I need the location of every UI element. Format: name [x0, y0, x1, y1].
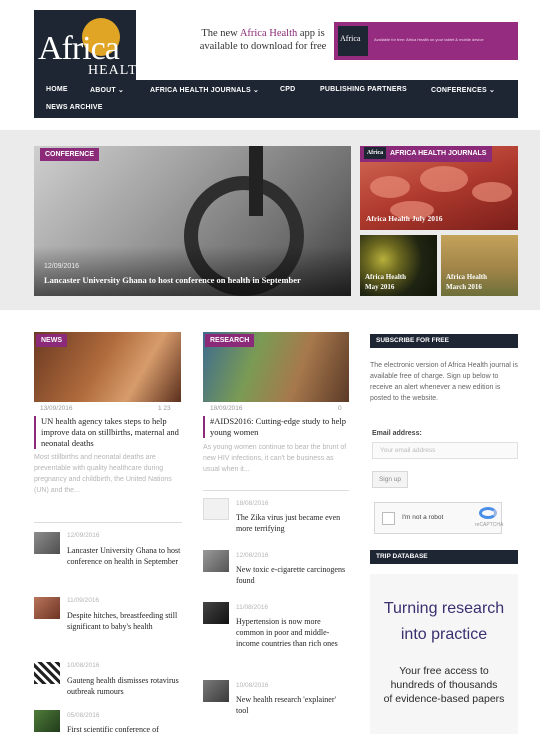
- logo-sub: HEALTH: [88, 63, 136, 78]
- recaptcha-label: I'm not a robot: [402, 514, 444, 521]
- research-item-title[interactable]: Hypertension is now more common in poor …: [236, 616, 349, 649]
- sign-up-button[interactable]: Sign up: [372, 471, 408, 488]
- research-thumb-2[interactable]: [203, 550, 229, 572]
- nav-about[interactable]: ABOUT ⌄: [90, 86, 124, 94]
- news-item-title[interactable]: First scientific conference of: [67, 724, 182, 734]
- stethoscope-tube: [249, 146, 263, 216]
- research-thumb-1[interactable]: [203, 498, 229, 520]
- email-label: Email address:: [372, 430, 422, 437]
- journal-march-card[interactable]: Africa Health March 2016: [441, 235, 518, 296]
- research-item-date: 12/08/2016: [236, 552, 269, 559]
- research-lead-title[interactable]: #AIDS2016: Cutting-edge study to help yo…: [203, 416, 349, 438]
- cell-shape: [370, 176, 410, 198]
- news-thumb-2[interactable]: [34, 597, 60, 619]
- recaptcha-widget: I'm not a robot reCAPTCHA: [374, 502, 504, 534]
- news-item-date: 11/09/2016: [67, 597, 100, 604]
- trip-headline-1: Turning research: [383, 600, 505, 617]
- divider: [34, 522, 182, 523]
- research-badge[interactable]: RESEARCH: [205, 334, 255, 347]
- news-item-date: 12/09/2016: [67, 532, 100, 539]
- app-download-banner[interactable]: Africa Available for free: Africa Health…: [334, 22, 518, 60]
- news-item-date: 05/08/2016: [67, 712, 100, 719]
- hero-feature-image[interactable]: [34, 146, 351, 296]
- subscribe-description: The electronic version of Africa Health …: [370, 362, 518, 402]
- research-lead-date: 18/09/2016: [210, 405, 243, 412]
- research-item-date: 18/08/2016: [236, 500, 269, 507]
- research-item-date: 11/08/2016: [236, 604, 269, 611]
- news-thumb-4[interactable]: [34, 710, 60, 732]
- africa-health-logo[interactable]: Africa HEALTH: [34, 10, 136, 80]
- trip-sub-2: hundreds of thousands: [390, 679, 498, 691]
- hero-shade: [34, 246, 351, 296]
- research-lead-count: 0: [338, 405, 342, 412]
- news-thumb-3[interactable]: [34, 662, 60, 684]
- trip-sub-3: of evidence-based papers: [383, 693, 505, 705]
- recaptcha-checkbox[interactable]: [382, 512, 395, 525]
- news-item-title[interactable]: Gauteng health dismisses rotavirus outbr…: [67, 675, 182, 697]
- journal-march-label: Africa Health March 2016: [446, 272, 487, 292]
- journal-may-line2: May 2016: [365, 283, 395, 291]
- news-item-title[interactable]: Lancaster University Ghana to host confe…: [67, 545, 182, 567]
- nav-journals[interactable]: AFRICA HEALTH JOURNALS ⌄: [150, 86, 259, 94]
- trip-database-ad[interactable]: Turning research into practice Your free…: [370, 574, 518, 734]
- conference-badge[interactable]: CONFERENCE: [40, 148, 100, 161]
- news-badge[interactable]: NEWS: [36, 334, 67, 347]
- news-item-date: 10/08/2016: [67, 662, 100, 669]
- journal-may-label: Africa Health May 2016: [365, 272, 406, 292]
- journals-badge-label: AFRICA HEALTH JOURNALS: [390, 150, 487, 157]
- nav-conferences[interactable]: CONFERENCES ⌄: [431, 86, 495, 94]
- nav-news-archive[interactable]: NEWS ARCHIVE: [46, 104, 103, 111]
- nav-home[interactable]: HOME: [46, 86, 68, 93]
- journal-july-label[interactable]: Africa Health July 2016: [366, 214, 442, 223]
- main-nav: HOME ABOUT ⌄ AFRICA HEALTH JOURNALS ⌄ CP…: [34, 80, 518, 118]
- news-lead-date: 13/09/2016: [40, 405, 73, 412]
- trip-headline-2: into practice: [400, 626, 488, 643]
- cell-shape: [472, 182, 512, 202]
- news-lead-count: 1 23: [158, 405, 171, 412]
- research-thumb-3[interactable]: [203, 602, 229, 624]
- logo-word: Africa: [38, 30, 120, 67]
- cell-shape: [420, 166, 468, 192]
- trip-database-heading: TRIP DATABASE: [370, 550, 518, 564]
- hero-date: 12/09/2016: [44, 263, 80, 270]
- email-input[interactable]: Your email address: [372, 442, 518, 459]
- research-thumb-4[interactable]: [203, 680, 229, 702]
- recaptcha-brand: reCAPTCHA: [475, 522, 504, 528]
- research-item-title[interactable]: The Zika virus just became even more ter…: [236, 512, 349, 534]
- news-lead-excerpt: Most stillbirths and neonatal deaths are…: [34, 454, 172, 494]
- trip-sub-1: Your free access to: [399, 665, 489, 677]
- app-promo-prefix: The new: [201, 28, 240, 39]
- nav-publishing-partners[interactable]: PUBLISHING PARTNERS: [320, 86, 407, 93]
- journal-march-line1: Africa Health: [446, 273, 488, 281]
- nav-cpd[interactable]: CPD: [280, 86, 295, 93]
- journal-may-card[interactable]: Africa Health May 2016: [360, 235, 437, 296]
- recaptcha-icon: [479, 507, 497, 519]
- research-lead-excerpt: As young women continue to bear the brun…: [203, 444, 347, 473]
- journal-may-line1: Africa Health: [365, 273, 407, 281]
- journal-mini-logo: Africa: [364, 147, 386, 160]
- news-thumb-1[interactable]: [34, 532, 60, 554]
- divider: [203, 490, 349, 491]
- app-promo-text: The new Africa Health app is available t…: [188, 27, 338, 53]
- research-item-title[interactable]: New toxic e-cigarette carcinogens found: [236, 564, 349, 586]
- news-item-title[interactable]: Despite hitches, breastfeeding still sig…: [67, 610, 182, 632]
- banner-tagline: Available for free: Africa Health on you…: [374, 37, 484, 42]
- app-promo-highlight: Africa Health: [239, 28, 298, 39]
- research-item-date: 10/08/2016: [236, 682, 269, 689]
- journals-badge[interactable]: Africa AFRICA HEALTH JOURNALS: [360, 146, 493, 162]
- subscribe-heading: SUBSCRIBE FOR FREE: [370, 334, 518, 348]
- hero-title[interactable]: Lancaster University Ghana to host confe…: [44, 275, 344, 285]
- banner-journal-cover: Africa: [338, 26, 368, 56]
- research-item-title[interactable]: New health research 'explainer' tool: [236, 694, 349, 716]
- journal-march-line2: March 2016: [446, 283, 482, 291]
- news-lead-title[interactable]: UN health agency takes steps to help imp…: [34, 416, 182, 449]
